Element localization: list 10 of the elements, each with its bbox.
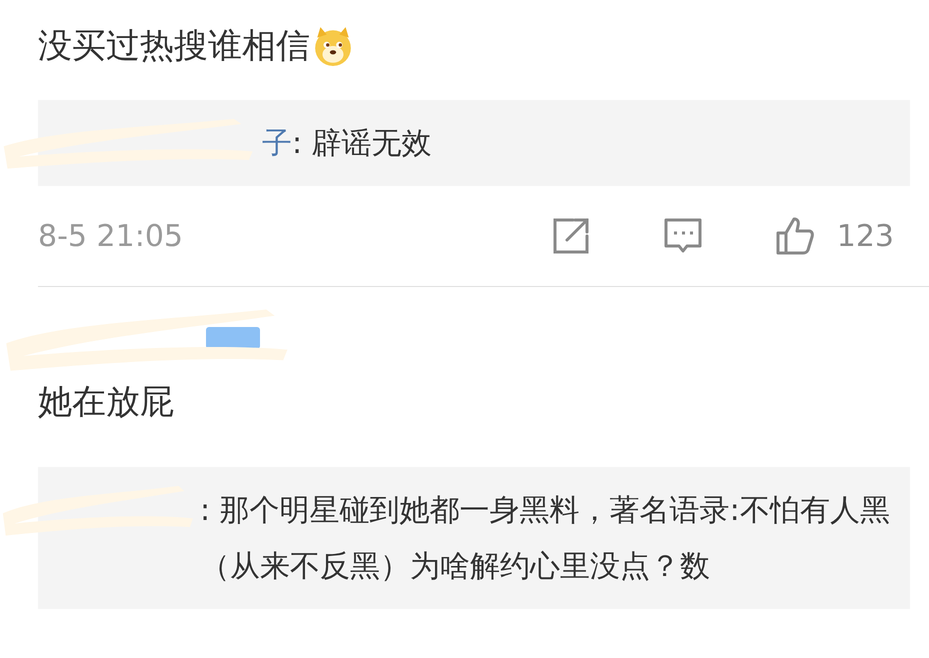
comment-text: 她在放屁: [38, 381, 174, 424]
thumbs-up-icon: [774, 216, 815, 256]
dog-face-icon: [312, 25, 354, 67]
comment-text: 没买过热搜谁相信: [38, 25, 310, 68]
reply-text: : 那个明星碰到她都一身黑料，著名语录:不怕有人黑（从来不反黑）为啥解约心里没点？数: [200, 492, 891, 586]
reply-text: 子: 辟谣无效: [262, 125, 433, 163]
user-badge: [206, 327, 260, 349]
like-button[interactable]: 123: [774, 216, 894, 256]
share-icon[interactable]: [550, 216, 591, 256]
timestamp: 8-5 21:05: [38, 218, 183, 254]
